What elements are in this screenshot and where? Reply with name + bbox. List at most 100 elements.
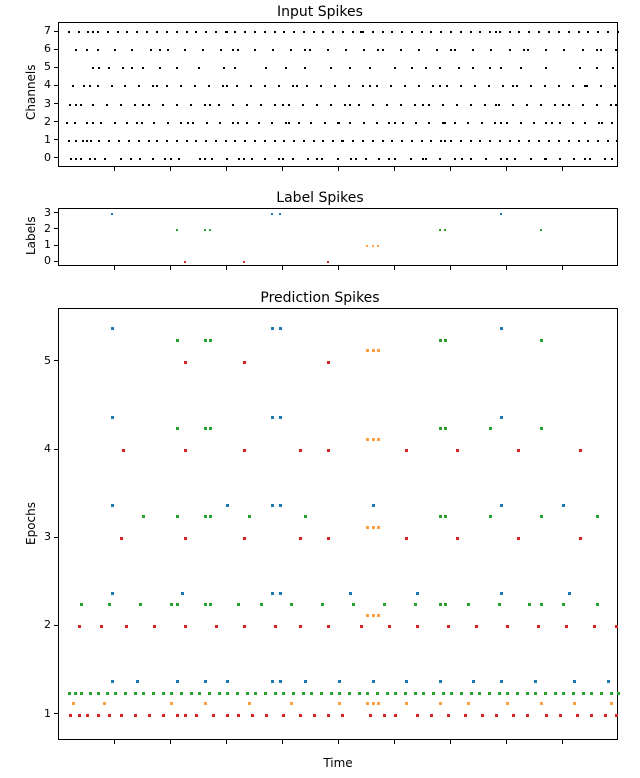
spike (372, 526, 375, 529)
xtick-mark (450, 740, 451, 744)
ytick-mark (54, 261, 58, 262)
spike (243, 449, 246, 452)
spike (232, 122, 234, 124)
spike (428, 122, 430, 124)
spike (142, 515, 145, 518)
spike (405, 537, 408, 540)
spike (526, 714, 529, 717)
spike (274, 140, 276, 142)
spike (114, 122, 116, 124)
spike (358, 104, 360, 106)
spike (279, 327, 282, 330)
xtick-mark (170, 740, 171, 744)
spike (456, 449, 459, 452)
spike (579, 537, 582, 540)
spike (176, 603, 179, 606)
ytick-label: 3 (36, 206, 51, 219)
spike (108, 140, 110, 142)
ytick-mark (54, 67, 58, 68)
spike (246, 692, 249, 695)
spike (75, 158, 77, 160)
ytick-mark (54, 228, 58, 229)
spike (92, 104, 94, 106)
spike (489, 515, 492, 518)
spike (530, 85, 532, 87)
spike (97, 85, 99, 87)
spike (615, 104, 617, 106)
spike (467, 122, 469, 124)
ytick-label: 2 (36, 222, 51, 235)
spike (512, 85, 514, 87)
spike (425, 158, 427, 160)
spike (590, 714, 593, 717)
spike (114, 692, 117, 695)
spike (439, 229, 441, 231)
spike (509, 49, 511, 51)
spike (92, 122, 94, 124)
spike (391, 31, 393, 33)
spike (243, 625, 246, 628)
ytick-label: 6 (36, 42, 51, 55)
spike (72, 85, 74, 87)
spike (587, 31, 589, 33)
spike (136, 122, 138, 124)
spike (348, 85, 350, 87)
spike (190, 692, 193, 695)
spike (377, 245, 379, 247)
spike (596, 603, 599, 606)
spike (186, 31, 188, 33)
spike (416, 592, 419, 595)
spike (125, 625, 128, 628)
spike (106, 692, 109, 695)
xtick-mark (114, 740, 115, 744)
spike (418, 85, 420, 87)
spike (514, 158, 516, 160)
spike (615, 625, 618, 628)
spike (506, 158, 508, 160)
spike (222, 85, 224, 87)
spike (209, 229, 211, 231)
spike (111, 213, 113, 215)
spike (360, 625, 363, 628)
spike (139, 158, 141, 160)
spike (100, 122, 102, 124)
spike (369, 714, 372, 717)
spike (218, 692, 221, 695)
spike (316, 158, 318, 160)
spike (363, 122, 365, 124)
spike (338, 702, 341, 705)
spike (439, 427, 442, 430)
spike (260, 104, 262, 106)
spike (106, 104, 108, 106)
xtick-mark (114, 167, 115, 171)
spike (310, 122, 312, 124)
ytick-mark (54, 449, 58, 450)
spike (162, 104, 164, 106)
spike (562, 104, 564, 106)
spike (198, 692, 201, 695)
xtick-mark (338, 167, 339, 171)
spike (322, 140, 324, 142)
spike (299, 625, 302, 628)
spike (377, 438, 380, 441)
spike (607, 680, 610, 683)
spike (264, 85, 266, 87)
spike (377, 526, 380, 529)
spike (234, 67, 236, 69)
spike (146, 31, 148, 33)
spike (264, 692, 267, 695)
spike (176, 67, 178, 69)
spike (432, 692, 435, 695)
spike (166, 140, 168, 142)
spike (107, 31, 109, 33)
spike (499, 31, 501, 33)
spike (104, 158, 106, 160)
ytick-label: 7 (36, 24, 51, 37)
panel2-title: Label Spikes (0, 190, 640, 206)
spike (321, 158, 323, 160)
spike (282, 158, 284, 160)
spike (100, 625, 103, 628)
spike (369, 67, 371, 69)
spike (111, 680, 114, 683)
spike (120, 158, 122, 160)
